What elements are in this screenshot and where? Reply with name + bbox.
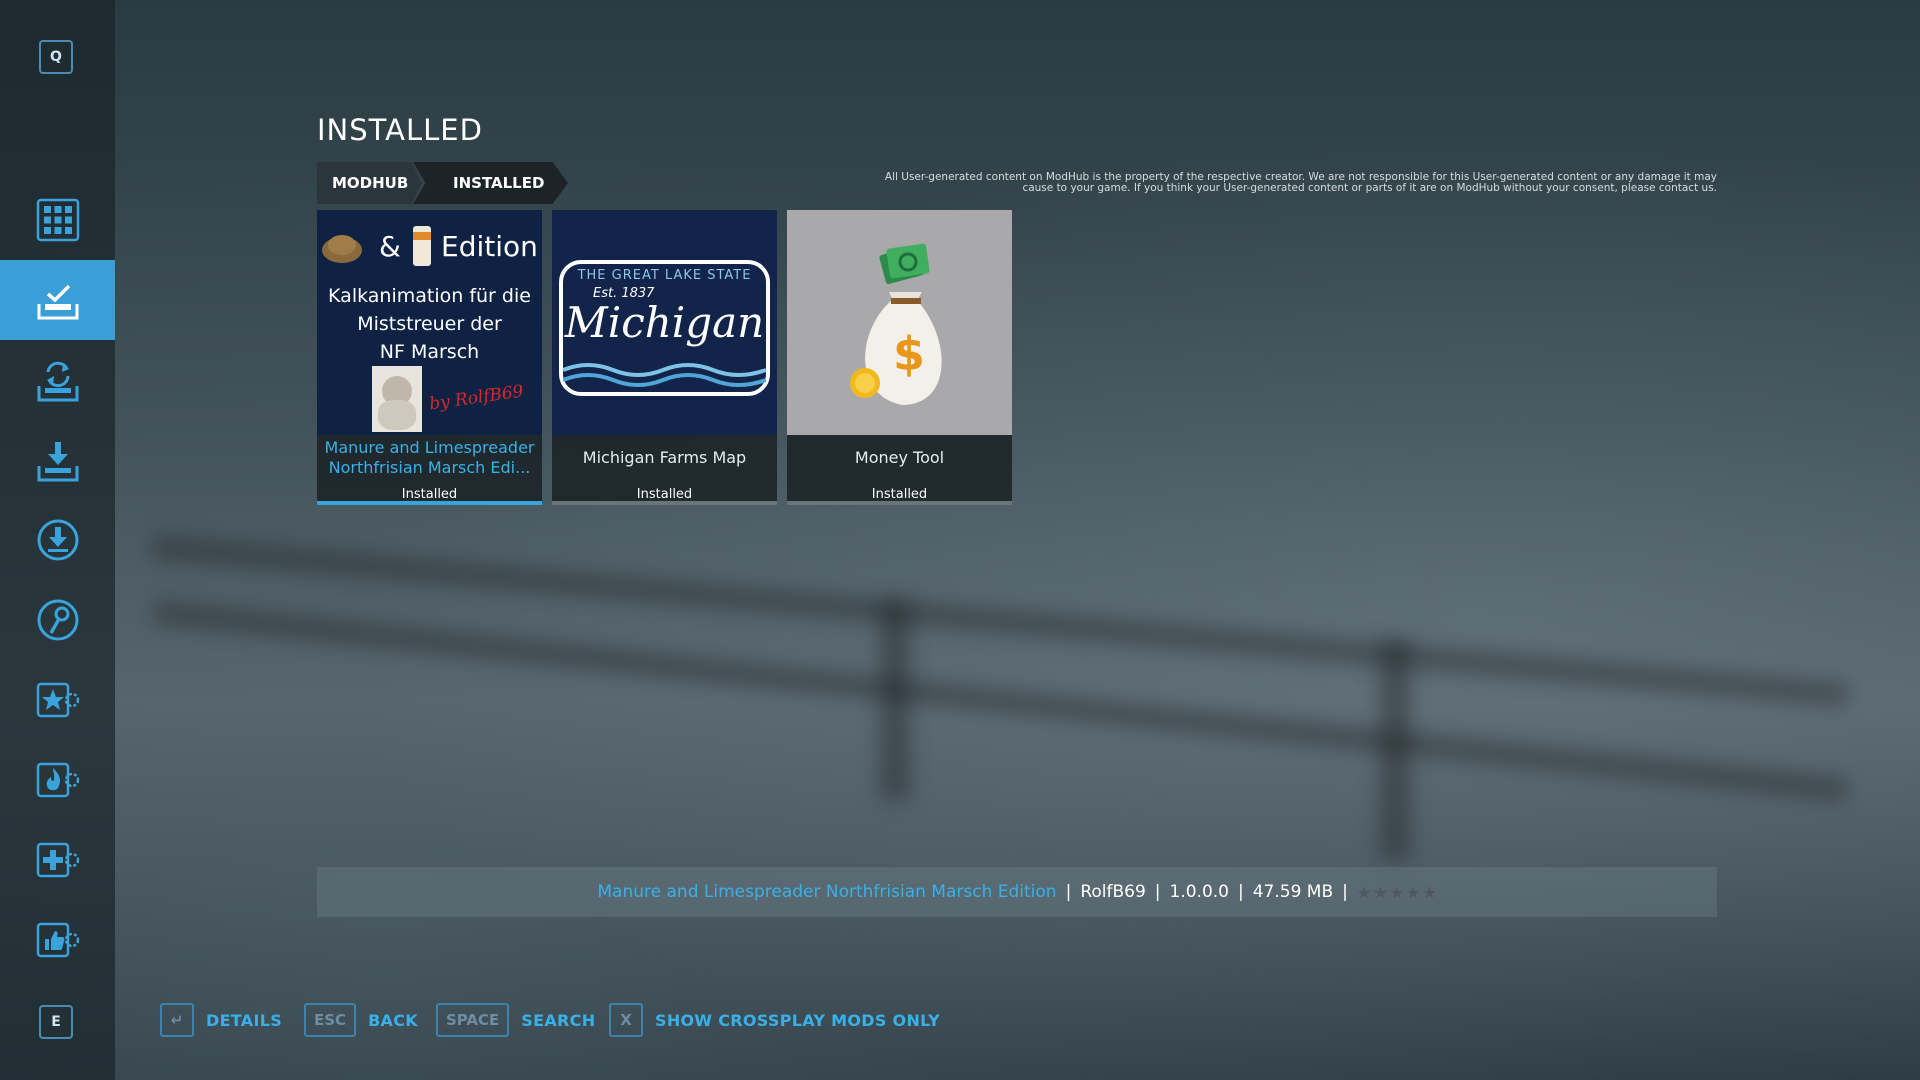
details-label: DETAILS <box>206 1010 283 1030</box>
info-mod-name: Manure and Limespreader Northfrisian Mar… <box>597 882 1057 902</box>
ugc-disclaimer: All User-generated content on ModHub is … <box>884 171 1717 194</box>
info-separator: | <box>1238 882 1244 902</box>
thumb-line: Miststreuer der <box>357 313 502 335</box>
mod-caption: Money Tool Installed <box>787 435 1012 505</box>
star-icon: ★ <box>1356 882 1372 902</box>
mod-title: Michigan Farms Map <box>582 448 747 467</box>
star-gear-icon <box>36 682 79 718</box>
download-circle-icon <box>37 519 78 561</box>
mod-status: Installed <box>636 487 693 502</box>
mod-title: Money Tool <box>854 448 945 467</box>
waves-icon <box>563 363 766 387</box>
badge-top-text: THE GREAT LAKE STATE <box>577 268 752 283</box>
sidebar-item-downloads[interactable] <box>0 420 115 500</box>
sidebar-item-updates[interactable] <box>0 340 115 420</box>
selection-bar <box>317 501 542 505</box>
star-icon: ★ <box>1373 882 1388 902</box>
sidebar-item-installed[interactable] <box>0 260 115 340</box>
mod-thumbnail: THE GREAT LAKE STATE Est. 1837 Michigan <box>552 210 777 435</box>
thumb-edition-text: Edition <box>441 230 538 263</box>
star-icon: ★ <box>1422 882 1437 902</box>
mod-title: Manure and Limespreader Northfrisian Mar… <box>317 438 542 478</box>
search-button[interactable]: SPACE SEARCH <box>436 1002 595 1038</box>
info-author: RolfB69 <box>1080 882 1146 902</box>
sidebar-item-new[interactable] <box>0 820 115 900</box>
sidebar-item-most-recent[interactable] <box>0 660 115 740</box>
info-size: 47.59 MB <box>1252 882 1334 902</box>
back-label: BACK <box>368 1010 418 1030</box>
dollar-sign: $ <box>893 327 925 381</box>
back-button[interactable]: ESC BACK <box>304 1002 418 1038</box>
x-key-icon: X <box>609 1003 643 1037</box>
sidebar-item-best-rated[interactable] <box>0 900 115 980</box>
thumb-line: NF Marsch <box>379 341 480 363</box>
badge-script-text: Michigan <box>564 298 765 347</box>
space-key-icon: SPACE <box>436 1003 510 1037</box>
card-bar <box>552 501 777 505</box>
mod-title-line: Northfrisian Marsch Edi... <box>328 458 531 477</box>
mod-status: Installed <box>401 487 458 502</box>
mod-status: Installed <box>871 487 928 502</box>
download-tray-icon <box>37 442 78 482</box>
next-tab-key-hint[interactable]: E <box>39 1005 73 1039</box>
sidebar-item-browse[interactable] <box>0 180 115 260</box>
selected-mod-info-bar: Manure and Limespreader Northfrisian Mar… <box>317 867 1717 917</box>
michigan-badge: THE GREAT LAKE STATE Est. 1837 Michigan <box>559 260 770 396</box>
background-fence-post <box>1380 640 1410 860</box>
mod-thumbnail: $ <box>787 210 1012 435</box>
info-version: 1.0.0.0 <box>1169 882 1229 902</box>
star-icon: ★ <box>1389 882 1404 902</box>
sidebar-item-popular[interactable] <box>0 740 115 820</box>
info-separator: | <box>1342 882 1348 902</box>
dog-photo <box>372 366 422 432</box>
prev-tab-key-hint[interactable]: Q <box>39 40 73 74</box>
rating-stars: ★ ★ ★ ★ ★ <box>1357 883 1437 902</box>
mod-thumbnail: & Edition Kalkanimation für die Miststre… <box>317 210 542 435</box>
star-icon: ★ <box>1405 882 1421 902</box>
thumb-line: Kalkanimation für die <box>328 285 531 307</box>
sidebar-item-download-queue[interactable] <box>0 500 115 580</box>
plus-gear-icon <box>36 842 79 878</box>
mod-card-money-tool[interactable]: $ Money Tool Installed <box>787 210 1012 505</box>
info-separator: | <box>1154 882 1161 902</box>
fire-gear-icon <box>36 762 79 798</box>
thumb-ampersand: & <box>379 230 401 263</box>
author-signature: by RolfB69 <box>428 381 525 415</box>
card-bar <box>787 501 1012 505</box>
breadcrumb-installed[interactable]: INSTALLED <box>413 162 568 204</box>
sidebar-item-search[interactable] <box>0 580 115 660</box>
mod-title-line: Manure and Limespreader <box>324 438 535 457</box>
details-button[interactable]: ↵ DETAILS <box>160 1002 282 1038</box>
background-fence-rail <box>152 535 1848 707</box>
crossplay-filter-label: SHOW CROSSPLAY MODS ONLY <box>655 1010 941 1030</box>
background-fence-post <box>880 600 910 800</box>
enter-key-icon: ↵ <box>160 1003 194 1037</box>
breadcrumb-modhub[interactable]: MODHUB <box>317 162 422 204</box>
update-sync-icon <box>37 361 78 402</box>
page-title: INSTALLED <box>317 113 483 147</box>
installed-tray-icon <box>37 284 78 320</box>
mod-card-manure-limespreader[interactable]: & Edition Kalkanimation für die Miststre… <box>317 210 542 505</box>
sidebar: Q E <box>0 0 115 1080</box>
mod-caption: Michigan Farms Map Installed <box>552 435 777 505</box>
money-bag-icon: $ <box>850 243 942 405</box>
thumbs-up-gear-icon <box>36 922 79 958</box>
esc-key-icon: ESC <box>304 1003 357 1037</box>
info-separator: | <box>1065 882 1072 902</box>
crossplay-filter-button[interactable]: X SHOW CROSSPLAY MODS ONLY <box>609 1002 940 1038</box>
thumb-description: Kalkanimation für die Miststreuer der NF… <box>317 282 542 366</box>
grid-icon <box>36 198 79 242</box>
mod-card-michigan-farms-map[interactable]: THE GREAT LAKE STATE Est. 1837 Michigan … <box>552 210 777 505</box>
mod-caption: Manure and Limespreader Northfrisian Mar… <box>317 435 542 505</box>
search-label: SEARCH <box>521 1010 596 1030</box>
search-key-icon <box>37 599 78 641</box>
